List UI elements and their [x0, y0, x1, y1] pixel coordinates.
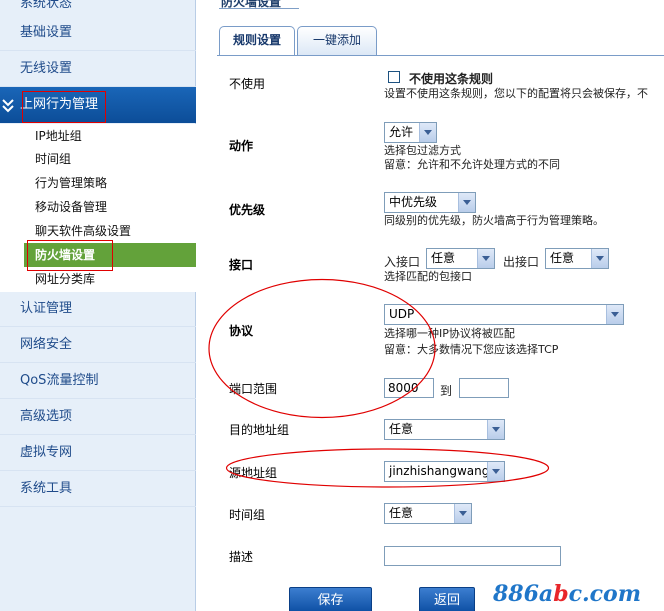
title-underline	[219, 8, 299, 9]
port-to-label: 到	[440, 384, 453, 398]
chevron-down-icon	[477, 249, 494, 268]
action-label: 动作	[229, 139, 254, 153]
chevron-down-icon	[419, 123, 436, 142]
out-interface-value: 任意	[550, 251, 575, 265]
sidebar-item-label: 基础设置	[20, 25, 73, 40]
protocol-select[interactable]: UDP	[384, 304, 624, 325]
dest-group-value: 任意	[389, 422, 414, 436]
out-interface-select[interactable]: 任意	[545, 248, 609, 269]
submenu-item-chat-software[interactable]: 聊天软件高级设置	[0, 219, 196, 243]
chevron-down-icon	[487, 462, 504, 481]
submenu-item-label: 移动设备管理	[35, 200, 108, 214]
sidebar-item-vpn[interactable]: 虚拟专网	[0, 435, 196, 471]
save-button[interactable]: 保存	[289, 587, 372, 611]
tab-quick-add[interactable]: 一键添加	[297, 26, 377, 55]
sidebar-item-label: 网络安全	[20, 337, 73, 352]
sidebar-item-network-security[interactable]: 网络安全	[0, 327, 196, 363]
description-label: 描述	[229, 550, 254, 564]
sidebar-item-auth[interactable]: 认证管理	[0, 291, 196, 327]
protocol-hint: 选择哪一种IP协议将被匹配	[384, 327, 515, 340]
sidebar-item-basic-settings[interactable]: 基础设置	[0, 15, 196, 51]
tab-label: 规则设置	[232, 33, 281, 47]
sidebar-item-label: QoS流量控制	[20, 373, 99, 388]
in-interface-select[interactable]: 任意	[426, 248, 495, 269]
sidebar-item-label: 虚拟专网	[20, 445, 73, 460]
watermark-logo: 886abc.com	[493, 581, 641, 607]
sidebar-item-behavior-management[interactable]: 上网行为管理	[0, 87, 196, 123]
submenu-item-url-category[interactable]: 网址分类库	[0, 267, 196, 291]
protocol-select-value: UDP	[389, 307, 415, 321]
dest-group-label: 目的地址组	[229, 423, 290, 437]
chevron-down-icon	[458, 193, 475, 212]
in-interface-value: 任意	[431, 251, 456, 265]
port-range-label: 端口范围	[229, 382, 278, 396]
submenu: IP地址组 时间组 行为管理策略 移动设备管理 聊天软件高级设置 防火墙设置 网…	[0, 124, 196, 292]
sidebar-item-advanced[interactable]: 高级选项	[0, 399, 196, 435]
submenu-item-label: 聊天软件高级设置	[35, 224, 132, 238]
src-group-select[interactable]: jinzhishangwang	[384, 461, 505, 482]
back-button[interactable]: 返回	[419, 587, 475, 611]
chevron-down-icon	[606, 305, 623, 324]
sidebar-item-label: 认证管理	[20, 301, 73, 316]
port-to-input[interactable]	[459, 378, 509, 398]
dest-group-select[interactable]: 任意	[384, 419, 505, 440]
submenu-item-label: 网址分类库	[35, 272, 96, 286]
submenu-item-firewall[interactable]: 防火墙设置	[24, 243, 196, 267]
sidebar-item-label: 无线设置	[20, 61, 73, 76]
src-group-label: 源地址组	[229, 466, 278, 480]
out-interface-label: 出接口	[503, 255, 540, 269]
sidebar-item-label: 系统状态	[20, 0, 73, 8]
port-from-input[interactable]: 8000	[384, 378, 434, 398]
protocol-label: 协议	[229, 324, 254, 338]
submenu-item-mobile-device[interactable]: 移动设备管理	[0, 195, 196, 219]
page-title: 防火墙设置	[221, 0, 282, 8]
chevron-down-icon	[487, 420, 504, 439]
sidebar-item-label: 高级选项	[20, 409, 73, 424]
sidebar-item-label: 系统工具	[20, 481, 73, 496]
submenu-item-label: 时间组	[35, 152, 72, 166]
disable-checkbox[interactable]	[388, 71, 400, 83]
tab-label: 一键添加	[312, 33, 361, 47]
priority-label: 优先级	[229, 203, 266, 217]
submenu-item-label: 行为管理策略	[35, 176, 108, 190]
description-input[interactable]	[384, 546, 561, 566]
time-group-label: 时间组	[229, 508, 266, 522]
disable-hint: 设置不使用这条规则，您以下的配置将只会被保存，不	[384, 87, 648, 100]
sidebar-item-system-status[interactable]: 系统状态	[0, 0, 196, 8]
sidebar-item-wireless-settings[interactable]: 无线设置	[0, 51, 196, 87]
interface-label: 接口	[229, 258, 254, 272]
double-chevron-down-icon	[2, 99, 14, 113]
time-group-value: 任意	[389, 506, 414, 520]
action-select-value: 允许	[389, 125, 414, 139]
submenu-item-time-group[interactable]: 时间组	[0, 147, 196, 171]
src-group-value: jinzhishangwang	[389, 464, 490, 478]
time-group-select[interactable]: 任意	[384, 503, 472, 524]
main-panel: 防火墙设置 规则设置 一键添加 不使用 不使用这条规则 设置不使用这条规则，您以…	[197, 0, 664, 611]
submenu-item-label: 防火墙设置	[35, 248, 96, 262]
disable-label: 不使用	[229, 77, 266, 91]
sidebar: 系统状态 基础设置 无线设置 上网行为管理 IP地址组 时间组 行为管理策略 移…	[0, 0, 196, 611]
submenu-item-label: IP地址组	[35, 129, 82, 143]
tab-rule-settings[interactable]: 规则设置	[219, 26, 295, 55]
sidebar-item-system-tools[interactable]: 系统工具	[0, 471, 196, 507]
priority-select[interactable]: 中优先级	[384, 192, 476, 213]
action-note: 留意：允许和不允许处理方式的不同	[384, 158, 560, 171]
chevron-down-icon	[454, 504, 471, 523]
submenu-item-ip-group[interactable]: IP地址组	[0, 124, 196, 148]
sidebar-item-label: 上网行为管理	[20, 97, 99, 112]
action-select[interactable]: 允许	[384, 122, 437, 143]
priority-hint: 同级别的优先级，防火墙高于行为管理策略。	[384, 214, 604, 227]
interface-hint: 选择匹配的包接口	[384, 270, 472, 283]
priority-select-value: 中优先级	[389, 195, 438, 209]
protocol-note: 留意：大多数情况下您应该选择TCP	[384, 343, 559, 356]
sidebar-item-qos[interactable]: QoS流量控制	[0, 363, 196, 399]
chevron-down-icon	[591, 249, 608, 268]
tab-divider	[217, 55, 664, 56]
submenu-item-behavior-policy[interactable]: 行为管理策略	[0, 171, 196, 195]
